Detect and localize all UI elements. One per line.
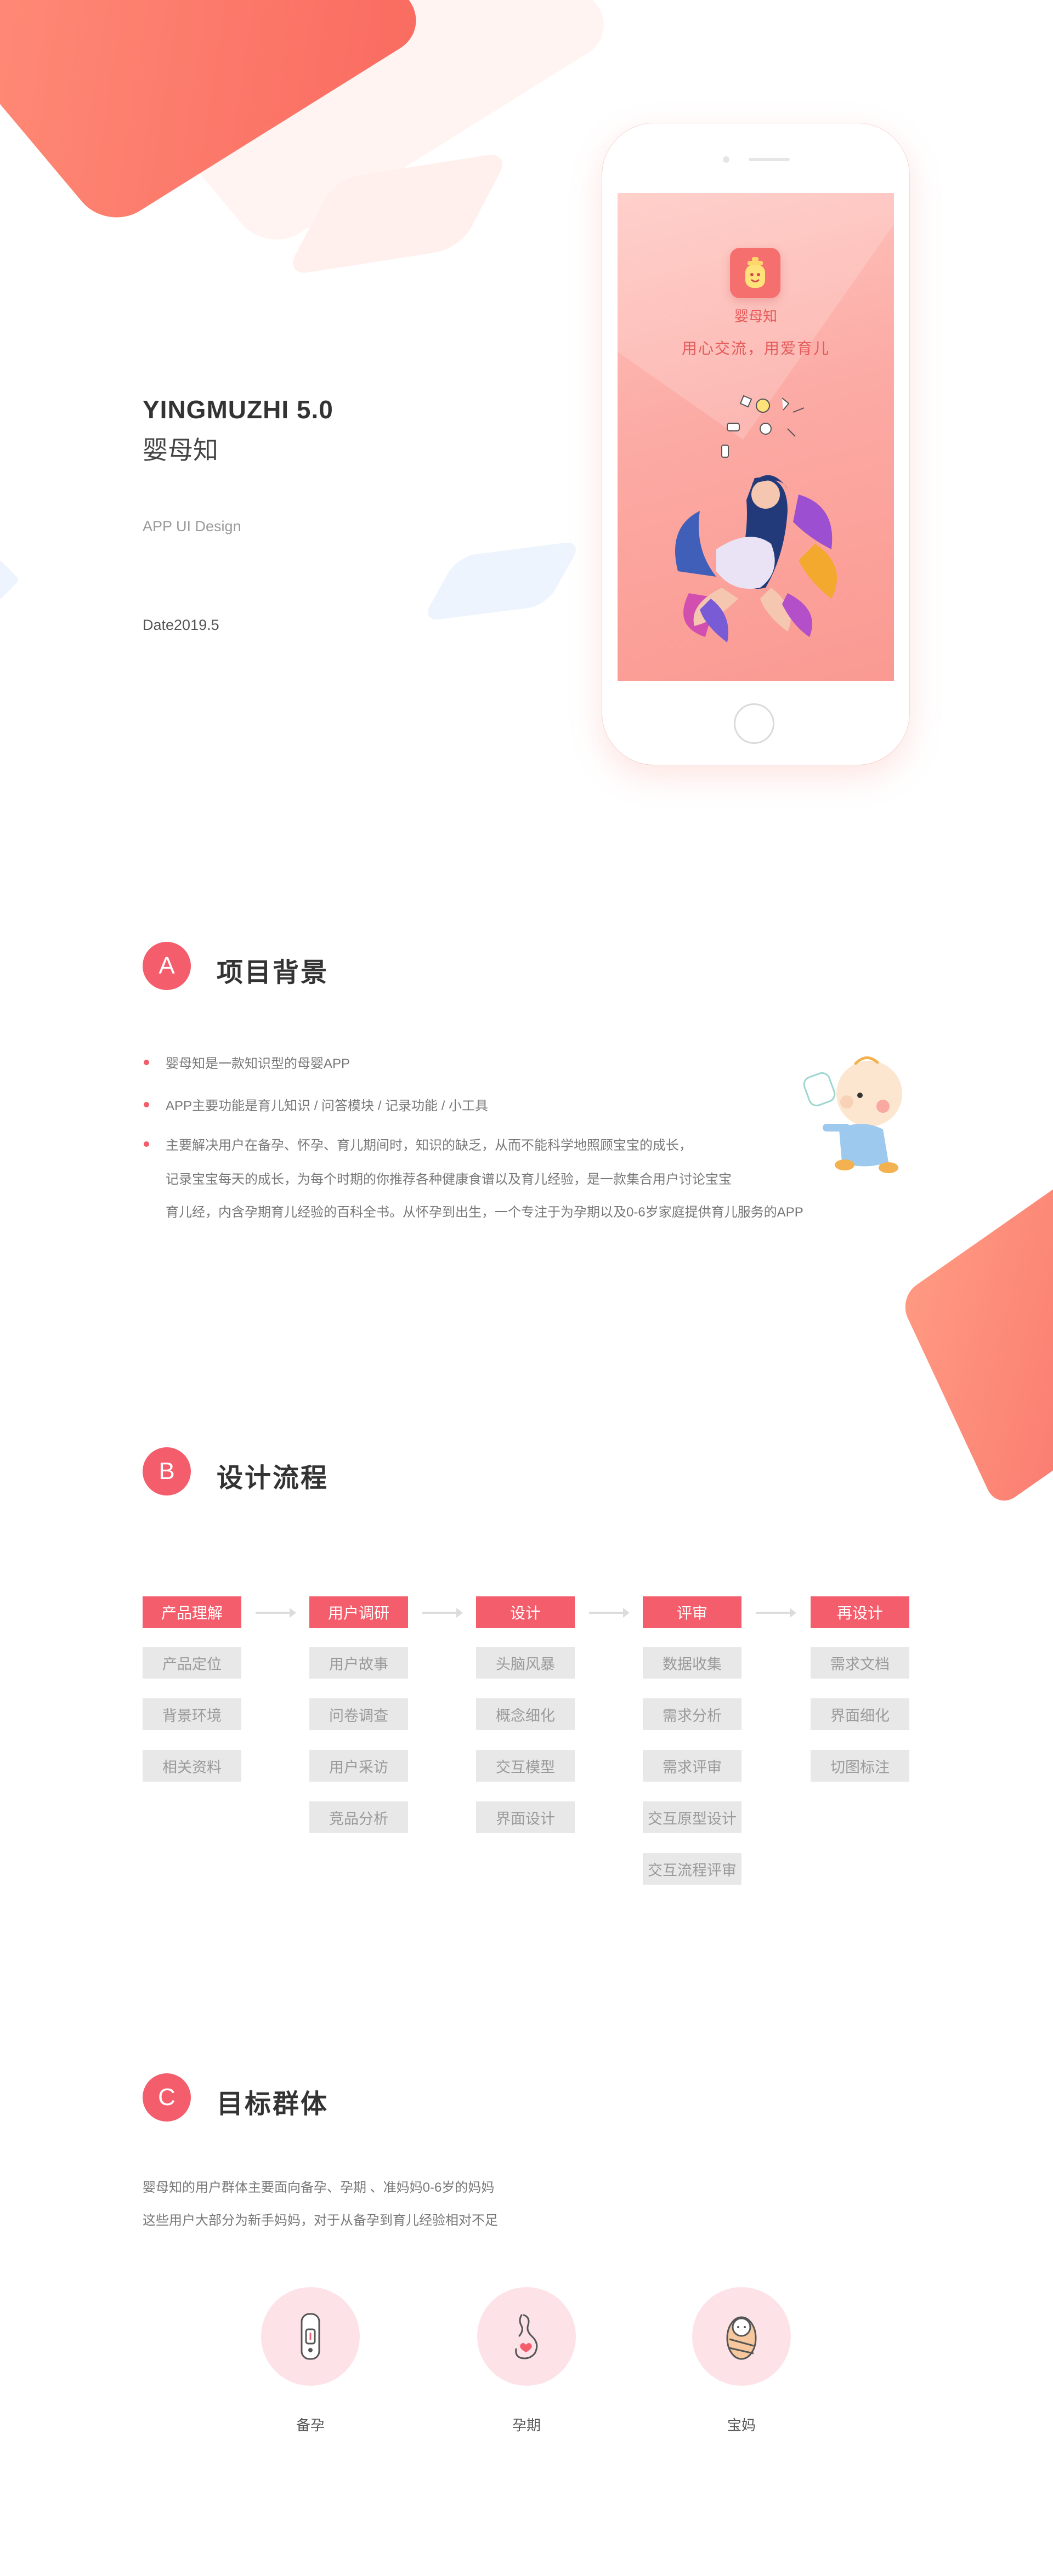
section-b-title: 设计流程 xyxy=(217,1464,329,1493)
process-item: 交互流程评审 xyxy=(643,1853,741,1885)
process-item: 交互模型 xyxy=(476,1750,575,1782)
pregnant-belly-icon xyxy=(515,2314,538,2359)
phone-speaker xyxy=(749,158,790,161)
section-b-badge: B xyxy=(143,1447,191,1495)
process-item: 需求评审 xyxy=(643,1750,741,1782)
bullet-dot xyxy=(144,1102,149,1107)
target-group-pregnancy xyxy=(477,2287,576,2386)
target-group-label: 孕期 xyxy=(512,2417,541,2433)
baby-illustration xyxy=(803,1056,902,1173)
process-arrow xyxy=(589,1608,630,1618)
process-arrow xyxy=(422,1608,463,1618)
process-item: 背景环境 xyxy=(143,1698,241,1730)
process-item: 需求分析 xyxy=(643,1698,741,1730)
swaddled-baby-icon xyxy=(726,2316,757,2360)
bullet-continuation-1: 记录宝宝每天的成长，为每个时期的你推荐各种健康食谱以及育儿经验，是一款集合用户讨… xyxy=(166,1172,732,1187)
process-head-4: 评审 xyxy=(643,1596,741,1628)
process-item: 需求文档 xyxy=(811,1647,909,1679)
hero-title: YINGMUZHI 5.0 xyxy=(143,395,333,424)
process-arrow xyxy=(256,1608,296,1618)
process-item: 界面细化 xyxy=(811,1698,909,1730)
process-item: 相关资料 xyxy=(143,1750,241,1782)
splash-screen: 婴母知 用心交流，用爱育儿 xyxy=(618,193,894,681)
app-icon xyxy=(730,248,780,298)
process-item: 问卷调查 xyxy=(309,1698,408,1730)
app-slogan: 用心交流，用爱育儿 xyxy=(681,340,830,357)
bullet-text-1: 婴母知是一款知识型的母婴APP xyxy=(166,1056,350,1071)
section-c-title: 目标群体 xyxy=(217,2090,329,2119)
bullet-dot xyxy=(144,1141,149,1147)
process-item: 竞品分析 xyxy=(309,1801,408,1833)
section-a-badge: A xyxy=(143,942,191,990)
phone-camera xyxy=(723,156,729,163)
target-group-label: 备孕 xyxy=(296,2417,325,2433)
bullet-text-3: 主要解决用户在备孕、怀孕、育儿期间时，知识的缺乏，从而不能科学地照顾宝宝的成长， xyxy=(166,1138,692,1153)
process-arrow xyxy=(756,1608,796,1618)
baby-bottle-icon xyxy=(745,257,765,288)
bullet-text-2: APP主要功能是育儿知识 / 问答模块 / 记录功能 / 小工具 xyxy=(166,1099,489,1113)
process-item: 切图标注 xyxy=(811,1750,909,1782)
process-item: 数据收集 xyxy=(643,1647,741,1679)
hero-date: Date2019.5 xyxy=(143,617,219,633)
target-group-mom xyxy=(692,2287,791,2386)
decor-blue-edge xyxy=(0,558,20,601)
target-group-pre-pregnancy xyxy=(261,2287,360,2386)
decor-blue-diamond xyxy=(421,540,583,622)
target-desc-2: 这些用户大部分为新手妈妈，对于从备孕到育儿经验相对不足 xyxy=(143,2213,498,2228)
process-item: 用户故事 xyxy=(309,1647,408,1679)
mother-illustration xyxy=(675,475,837,642)
phone-home-button xyxy=(734,703,774,744)
bullet-continuation-2: 育儿经，内含孕期育儿经验的百科全书。从怀孕到出生，一个专注于为孕期以及0-6岁家… xyxy=(166,1205,803,1220)
process-item: 用户采访 xyxy=(309,1750,408,1782)
process-item: 概念细化 xyxy=(476,1698,575,1730)
process-head-3: 设计 xyxy=(476,1596,575,1628)
bullet-dot xyxy=(144,1060,149,1065)
app-name: 婴母知 xyxy=(734,308,777,325)
baby-items-illustration xyxy=(721,395,805,458)
section-c-badge: C xyxy=(143,2073,191,2122)
process-item: 界面设计 xyxy=(476,1801,575,1833)
hero-title-cn: 婴母知 xyxy=(143,436,218,464)
process-item: 头脑风暴 xyxy=(476,1647,575,1679)
process-head-1: 产品理解 xyxy=(143,1596,241,1628)
process-item: 交互原型设计 xyxy=(643,1801,741,1833)
target-group-label: 宝妈 xyxy=(727,2417,756,2433)
process-head-5: 再设计 xyxy=(811,1596,909,1628)
pregnancy-test-icon xyxy=(301,2313,320,2360)
section-a-title: 项目背景 xyxy=(217,958,329,987)
hero-subtitle: APP UI Design xyxy=(143,518,241,534)
process-item: 产品定位 xyxy=(143,1647,241,1679)
decor-red-triangle xyxy=(898,1165,1053,1510)
process-head-2: 用户调研 xyxy=(309,1596,408,1628)
target-desc-1: 婴母知的用户群体主要面向备孕、孕期 、准妈妈0-6岁的妈妈 xyxy=(143,2180,495,2195)
